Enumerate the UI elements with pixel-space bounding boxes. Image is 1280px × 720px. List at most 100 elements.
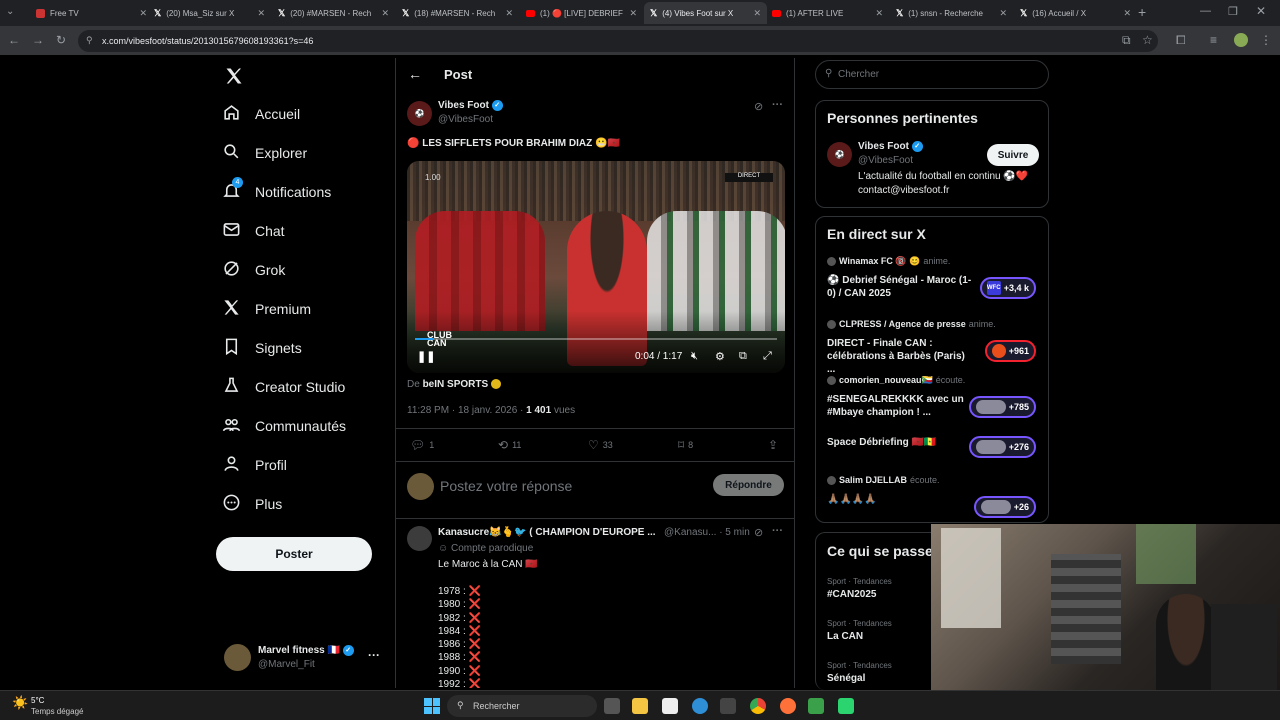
back-arrow-icon[interactable]: ←: [408, 66, 422, 82]
tab-close-icon[interactable]: ✕: [1123, 8, 1131, 19]
nav-item-grok[interactable]: Grok: [222, 252, 285, 288]
window-close-icon[interactable]: ✕: [1256, 4, 1266, 18]
site-info-icon[interactable]: ⚲: [86, 35, 93, 46]
like-button[interactable]: ♡ 33: [588, 438, 613, 452]
more-options-icon[interactable]: ···: [772, 525, 783, 537]
tab-list-icon[interactable]: ⌄: [6, 6, 14, 17]
reply-author-name[interactable]: Kanasucre😹🫰🐦 ( CHAMPION D'EUROPE ...: [438, 527, 656, 538]
live-space-title[interactable]: ⚽ Debrief Sénégal - Maroc (1-0) / CAN 20…: [827, 274, 972, 300]
live-listeners-pill[interactable]: WFC +3,4 k: [979, 277, 1036, 299]
live-host-name[interactable]: CLPRESS / Agence de presse: [839, 319, 966, 329]
edge-icon[interactable]: [692, 698, 708, 714]
search-input[interactable]: ⚲ Chercher: [815, 60, 1049, 89]
nav-item-profil[interactable]: Profil: [222, 447, 287, 483]
nav-item-plus[interactable]: Plus: [222, 486, 282, 522]
reply-author-avatar[interactable]: [407, 526, 432, 551]
forward-icon[interactable]: →: [32, 33, 44, 47]
tab-close-icon[interactable]: ✕: [753, 8, 761, 19]
x-logo-icon[interactable]: [224, 66, 244, 86]
trend-name[interactable]: #CAN2025: [827, 589, 876, 600]
nav-item-notifications[interactable]: 4 Notifications: [222, 174, 331, 210]
tab-close-icon[interactable]: ✕: [381, 8, 389, 19]
relevant-handle[interactable]: @VibesFoot: [858, 155, 913, 166]
app-icon[interactable]: [808, 698, 824, 714]
browser-tab[interactable]: Free TV ✕: [30, 2, 153, 24]
reload-icon[interactable]: ↻: [56, 33, 66, 47]
settings-icon[interactable]: ⚙: [715, 350, 725, 363]
follow-button[interactable]: Suivre: [987, 144, 1039, 166]
browser-tab[interactable]: 𝕏 (20) Msa_Siz sur X ✕: [148, 2, 271, 24]
live-listeners-pill[interactable]: +785: [968, 396, 1036, 418]
minimize-icon[interactable]: —: [1200, 5, 1211, 17]
tab-close-icon[interactable]: ✕: [505, 8, 513, 19]
tab-close-icon[interactable]: ✕: [999, 8, 1007, 19]
chrome-icon[interactable]: [750, 698, 766, 714]
author-handle[interactable]: @VibesFoot: [438, 114, 493, 125]
tab-close-icon[interactable]: ✕: [629, 8, 637, 19]
browser-tab[interactable]: (1) AFTER LIVE ✕: [766, 2, 889, 24]
live-host-name[interactable]: Salim DJELLAB: [839, 475, 907, 485]
profile-avatar[interactable]: [1234, 33, 1248, 47]
live-space-title[interactable]: DIRECT - Finale CAN : célébrations à Bar…: [827, 337, 972, 376]
live-host-name[interactable]: Winamax FC 🔞 😊: [839, 256, 920, 266]
grok-icon[interactable]: ⊘: [754, 526, 763, 539]
app-icon[interactable]: [838, 698, 854, 714]
post-button[interactable]: Poster: [216, 537, 372, 571]
back-icon[interactable]: ←: [8, 33, 20, 47]
bookmark-star-icon[interactable]: ☆: [1142, 33, 1153, 47]
fullscreen-icon[interactable]: ⤢: [763, 350, 772, 363]
post-timestamp[interactable]: 11:28 PM · 18 janv. 2026 ·: [407, 405, 523, 416]
extensions-icon[interactable]: ⧠: [1176, 33, 1186, 48]
tab-close-icon[interactable]: ✕: [257, 8, 265, 19]
file-explorer-icon[interactable]: [632, 698, 648, 714]
live-listeners-pill[interactable]: +276: [968, 436, 1036, 458]
grok-icon[interactable]: ⊘: [754, 100, 763, 113]
author-avatar[interactable]: ⚽: [407, 101, 432, 126]
more-options-icon[interactable]: ···: [772, 99, 783, 111]
live-listeners-pill[interactable]: +26: [973, 496, 1036, 518]
notepad-icon[interactable]: [662, 698, 678, 714]
nav-item-communaut-s[interactable]: Communautés: [222, 408, 346, 444]
live-host-name[interactable]: comorien_nouveau🇰🇲: [839, 375, 933, 385]
reply-submit-button[interactable]: Répondre: [713, 474, 784, 496]
browser-tab[interactable]: 𝕏 (18) #MARSEN - Rech ✕: [396, 2, 519, 24]
reply-author-handle[interactable]: @Kanasu...: [664, 527, 716, 538]
pause-icon[interactable]: ❚❚: [417, 350, 435, 363]
relevant-bio-contact[interactable]: contact@vibesfoot.fr: [858, 185, 949, 196]
reply-post[interactable]: Kanasucre😹🫰🐦 ( CHAMPION D'EUROPE ... @Ka…: [396, 519, 794, 688]
taskbar-search[interactable]: ⚲ Rechercher: [447, 695, 597, 717]
firefox-icon[interactable]: [780, 698, 796, 714]
maximize-icon[interactable]: ❐: [1228, 5, 1238, 18]
account-switcher[interactable]: Marvel fitness 🇫🇷 ✓ @Marvel_Fit ···: [224, 644, 384, 674]
tab-close-icon[interactable]: ✕: [139, 8, 147, 19]
store-icon[interactable]: [720, 698, 736, 714]
video-player[interactable]: 1.00 DIRECT CLUB CAN ❚❚ 0:04 / 1:17 🔇︎ ⚙…: [407, 161, 785, 373]
nav-item-explorer[interactable]: Explorer: [222, 135, 307, 171]
start-button[interactable]: [424, 698, 440, 714]
video-progress-track[interactable]: [415, 338, 777, 340]
browser-tab[interactable]: (1) 🔴 [LIVE] DEBRIEF ✕: [520, 2, 643, 24]
weather-widget[interactable]: ☀️ 5°C Temps dégagé: [8, 693, 118, 719]
nav-item-premium[interactable]: Premium: [222, 291, 311, 327]
new-tab-button[interactable]: +: [1138, 4, 1146, 20]
nav-item-chat[interactable]: Chat: [222, 213, 285, 249]
tab-close-icon[interactable]: ✕: [875, 8, 883, 19]
live-space-title[interactable]: Space Débriefing 🇲🇦🇸🇳: [827, 436, 972, 449]
repost-button[interactable]: ⟲ 11: [498, 438, 521, 452]
mute-icon[interactable]: 🔇︎: [691, 350, 698, 363]
browser-tab[interactable]: 𝕏 (20) #MARSEN - Rech ✕: [272, 2, 395, 24]
browser-tab[interactable]: 𝕏 (4) Vibes Foot sur X ✕: [644, 2, 767, 24]
install-icon[interactable]: ⧉: [1122, 33, 1131, 48]
nav-item-accueil[interactable]: Accueil: [222, 96, 300, 132]
trend-name[interactable]: La CAN: [827, 631, 863, 642]
live-space-title[interactable]: 🙏🏽🙏🏽🙏🏽🙏🏽: [827, 493, 972, 506]
account-more-icon[interactable]: ···: [368, 648, 380, 662]
media-icon[interactable]: ≡: [1210, 33, 1217, 47]
author-name[interactable]: Vibes Foot: [438, 100, 489, 111]
url-field[interactable]: ⚲ x.com/vibesfoot/status/201301567960819…: [78, 30, 1158, 52]
reply-button[interactable]: 💬︎ 1: [410, 438, 434, 452]
nav-item-signets[interactable]: Signets: [222, 330, 302, 366]
relevant-avatar[interactable]: ⚽: [827, 142, 852, 167]
relevant-name[interactable]: Vibes Foot: [858, 141, 909, 152]
trend-name[interactable]: Sénégal: [827, 673, 865, 684]
